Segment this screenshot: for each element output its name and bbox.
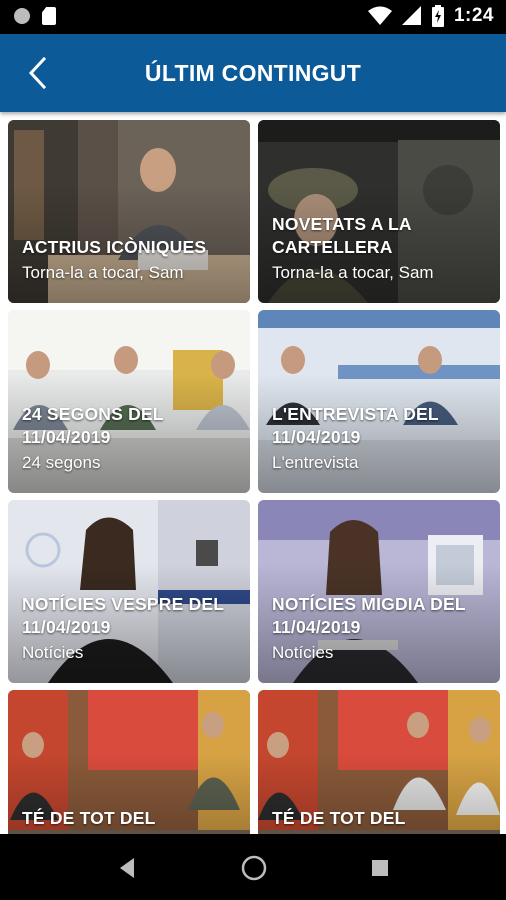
page-title: ÚLTIM CONTINGUT	[144, 60, 362, 86]
battery-icon	[431, 5, 444, 27]
notification-circle-icon	[14, 8, 30, 24]
card-title: TÉ DE TOT DEL 11/04/2019 _ PART 2	[272, 808, 443, 834]
nav-back-icon	[120, 858, 134, 878]
card-caption: TÉ DE TOT DEL 11/04/2019 _ PART 2	[272, 807, 492, 834]
content-grid: ACTRIUS ICÒNIQUES Torna-la a tocar, Sam …	[0, 112, 506, 834]
wifi-icon	[367, 6, 392, 25]
card-title: NOTÍCIES VESPRE DEL 11/04/2019	[22, 594, 224, 637]
card-subtitle: Notícies	[272, 643, 334, 662]
content-card[interactable]: ACTRIUS ICÒNIQUES Torna-la a tocar, Sam	[8, 120, 250, 303]
status-bar: 1:24	[0, 0, 506, 34]
nav-home-icon	[241, 855, 267, 881]
content-card[interactable]: NOVETATS A LA CARTELLERA Torna-la a toca…	[258, 120, 500, 303]
card-subtitle: L'entrevista	[272, 453, 359, 472]
card-caption: L'ENTREVISTA DEL 11/04/2019 L'entrevista	[272, 403, 492, 475]
signal-icon	[401, 6, 421, 25]
card-title: NOTÍCIES MIGDIA DEL 11/04/2019	[272, 594, 466, 637]
content-card[interactable]: 24 SEGONS DEL 11/04/2019 24 segons	[8, 310, 250, 493]
card-title: NOVETATS A LA CARTELLERA	[272, 214, 412, 257]
card-subtitle: Torna-la a tocar, Sam	[22, 263, 184, 282]
nav-recents-icon	[372, 860, 388, 876]
card-subtitle: 24 segons	[22, 453, 101, 472]
card-caption: NOTÍCIES MIGDIA DEL 11/04/2019 Notícies	[272, 593, 492, 665]
content-card[interactable]: NOTÍCIES MIGDIA DEL 11/04/2019 Notícies	[258, 500, 500, 683]
card-title: TÉ DE TOT DEL 11/04/2019 _ PART 1	[22, 808, 193, 834]
sd-card-icon	[42, 7, 56, 25]
app-bar: ÚLTIM CONTINGUT	[0, 34, 506, 112]
card-caption: NOVETATS A LA CARTELLERA Torna-la a toca…	[272, 213, 492, 285]
content-card[interactable]: L'ENTREVISTA DEL 11/04/2019 L'entrevista	[258, 310, 500, 493]
nav-home-button[interactable]	[240, 854, 268, 882]
card-title: 24 SEGONS DEL 11/04/2019	[22, 404, 164, 447]
nav-recents-button[interactable]	[366, 854, 394, 882]
nav-back-button[interactable]	[114, 854, 142, 882]
card-caption: 24 SEGONS DEL 11/04/2019 24 segons	[22, 403, 242, 475]
content-card[interactable]: TÉ DE TOT DEL 11/04/2019 _ PART 2	[258, 690, 500, 834]
content-card[interactable]: NOTÍCIES VESPRE DEL 11/04/2019 Notícies	[8, 500, 250, 683]
content-card[interactable]: TÉ DE TOT DEL 11/04/2019 _ PART 1	[8, 690, 250, 834]
clock: 1:24	[453, 5, 494, 26]
card-caption: TÉ DE TOT DEL 11/04/2019 _ PART 1	[22, 807, 242, 834]
card-subtitle: Torna-la a tocar, Sam	[272, 263, 434, 282]
card-caption: NOTÍCIES VESPRE DEL 11/04/2019 Notícies	[22, 593, 242, 665]
card-title: ACTRIUS ICÒNIQUES	[22, 237, 207, 257]
system-nav-bar	[0, 834, 506, 900]
card-caption: ACTRIUS ICÒNIQUES Torna-la a tocar, Sam	[22, 236, 242, 285]
card-title: L'ENTREVISTA DEL 11/04/2019	[272, 404, 439, 447]
card-subtitle: Notícies	[22, 643, 84, 662]
